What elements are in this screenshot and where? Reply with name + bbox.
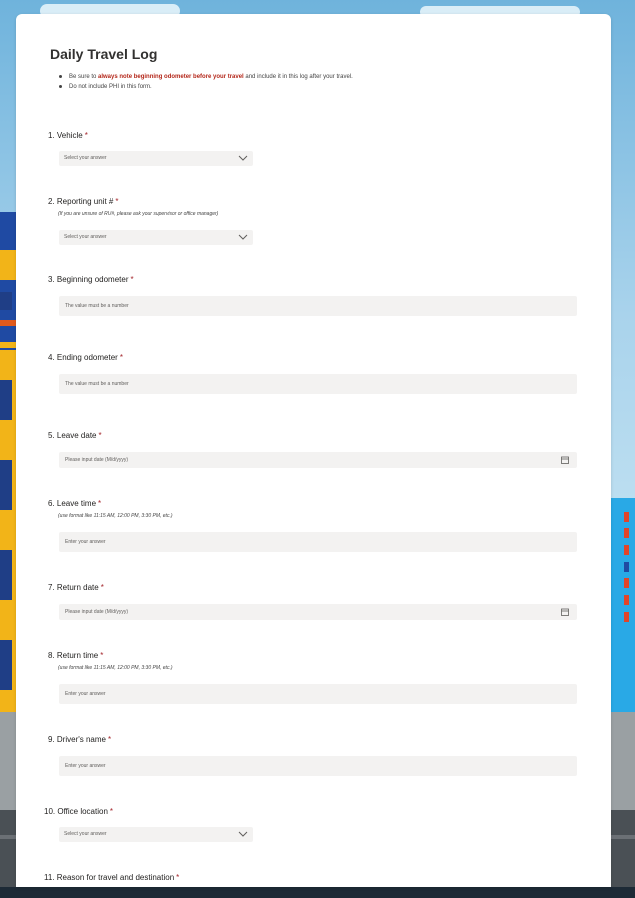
calendar-icon[interactable] [561,456,569,464]
taskbar [0,887,635,898]
right-building-mark [624,545,629,555]
question-label-text: 8. Return time [48,651,99,660]
left-building-window [0,460,12,510]
left-building-roof [0,250,16,280]
required-marker: * [100,651,104,660]
question-label-text: 2. Reporting unit # [48,197,114,206]
leave-date-input[interactable]: Please input date (M/d/yyyy) [59,452,577,468]
question-label-text: 1. Vehicle [48,131,83,140]
question-label-text: 6. Leave time [48,499,97,508]
required-marker: * [84,131,88,140]
form-notes: Be sure to always note beginning odomete… [56,72,353,92]
required-marker: * [115,197,119,206]
left-building-window [0,640,12,690]
question-label-text: 3. Beginning odometer [48,275,129,284]
question-label: 6. Leave time * [48,499,101,508]
note-phi: Do not include PHI in this form. [56,82,353,92]
chevron-down-icon [238,155,248,161]
right-building-mark [624,578,629,588]
return-time-input[interactable]: Enter your answer [59,684,577,704]
date-placeholder: Please input date (M/d/yyyy) [65,609,129,615]
right-building [611,498,635,713]
question-hint: (If you are unsure of RU#, please ask yo… [58,211,219,217]
ending-odometer-input[interactable]: The value must be a number [59,374,577,394]
question-label: 3. Beginning odometer * [48,275,134,284]
question-label-text: 7. Return date [48,583,99,592]
question-label: 5. Leave date * [48,431,102,440]
required-marker: * [176,873,180,882]
calendar-icon[interactable] [561,608,569,616]
question-label-text: 11. Reason for travel and destination [44,873,175,882]
date-placeholder: Please input date (M/d/yyyy) [65,457,129,463]
question-label: 2. Reporting unit # * [48,197,119,206]
question-label: 10. Office location * [44,807,113,816]
chevron-down-icon [238,831,248,837]
question-label: 1. Vehicle * [48,131,88,140]
required-marker: * [108,735,112,744]
form-card: Daily Travel Log Be sure to always note … [16,14,611,887]
left-building-window [0,550,12,600]
left-building-stripe [0,320,16,326]
required-marker: * [119,353,123,362]
chevron-down-icon [238,234,248,240]
question-label-text: 9. Driver's name [48,735,106,744]
question-label: 7. Return date * [48,583,104,592]
note-odometer: Be sure to always note beginning odomete… [56,72,353,82]
select-placeholder: Select your answer [64,831,107,837]
right-building-mark [624,512,629,522]
right-building-mark [624,595,629,605]
reporting-unit-select[interactable]: Select your answer [59,230,253,245]
return-date-input[interactable]: Please input date (M/d/yyyy) [59,604,577,620]
question-label: 11. Reason for travel and destination * [44,873,179,882]
drivers-name-input[interactable]: Enter your answer [59,756,577,776]
question-label: 8. Return time * [48,651,103,660]
beginning-odometer-input[interactable]: The value must be a number [59,296,577,316]
select-placeholder: Select your answer [64,155,107,161]
question-label-text: 4. Ending odometer [48,353,118,362]
question-label-text: 10. Office location [44,807,108,816]
required-marker: * [100,583,104,592]
question-label: 4. Ending odometer * [48,353,123,362]
leave-time-input[interactable]: Enter your answer [59,532,577,552]
select-placeholder: Select your answer [64,234,107,240]
right-building-mark [624,562,629,572]
note-text: and include it in this log after your tr… [243,74,353,80]
form-title: Daily Travel Log [50,46,158,62]
question-label: 9. Driver's name * [48,735,111,744]
vehicle-select[interactable]: Select your answer [59,151,253,166]
left-building-stripe [0,342,16,348]
right-building-mark [624,528,629,538]
required-marker: * [130,275,134,284]
right-building-mark [624,612,629,622]
required-marker: * [98,499,102,508]
question-label-text: 5. Leave date [48,431,97,440]
note-text: Be sure to [69,74,99,80]
question-hint: (use format like 11:15 AM, 12:00 PM, 3:3… [58,513,173,519]
office-location-select[interactable]: Select your answer [59,827,253,842]
question-hint: (use format like 11:15 AM, 12:00 PM, 3:3… [58,665,173,671]
required-marker: * [109,807,114,816]
note-highlight: always note beginning odometer before yo… [98,74,244,80]
left-building-window [0,292,12,310]
left-building-window [0,380,12,420]
required-marker: * [98,431,102,440]
